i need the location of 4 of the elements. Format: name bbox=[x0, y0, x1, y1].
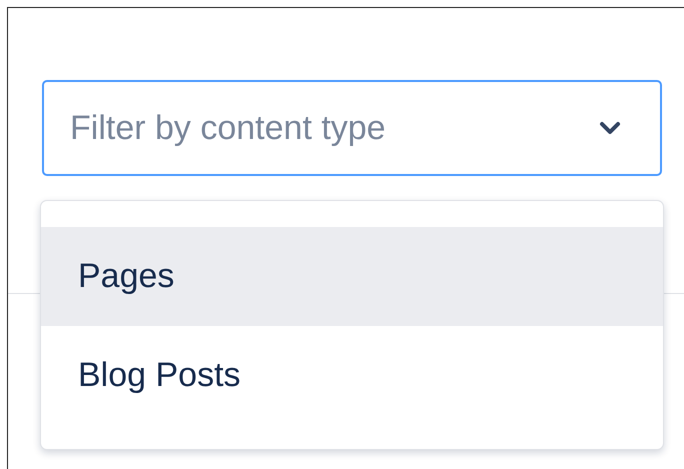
menu-item[interactable]: Pages bbox=[41, 227, 663, 326]
chevron-down-icon bbox=[598, 120, 622, 136]
menu-item[interactable]: Blog Posts bbox=[41, 326, 663, 425]
filter-dropdown[interactable]: Filter by content type bbox=[42, 80, 662, 176]
